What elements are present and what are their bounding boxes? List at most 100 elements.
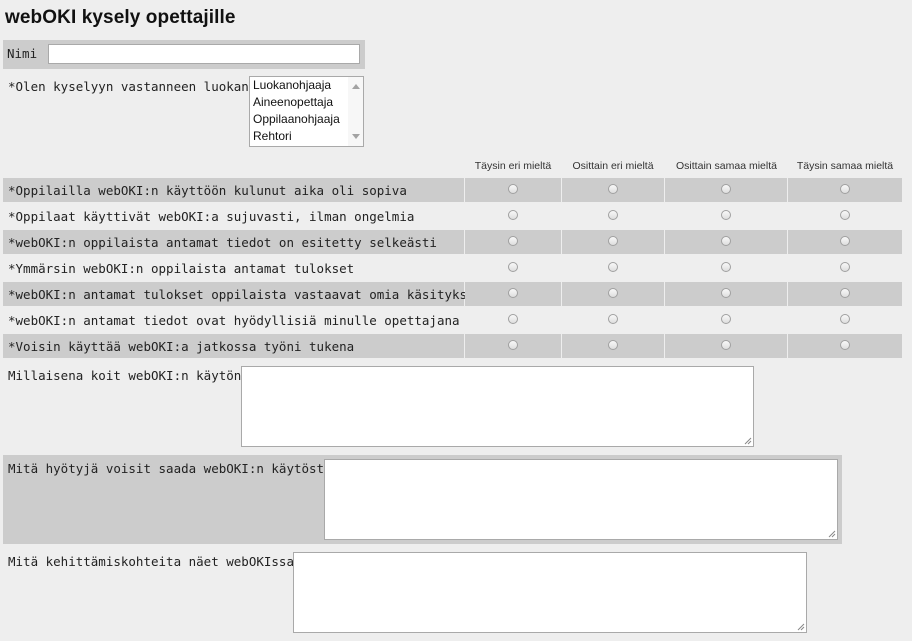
open-question-3-textarea[interactable]: [293, 552, 807, 633]
likert-question-text: *webOKI:n antamat tiedot ovat hyödyllisi…: [8, 313, 460, 328]
likert-radio-2[interactable]: [608, 314, 618, 324]
likert-option-cell: [562, 308, 664, 332]
likert-option-cell: [562, 230, 664, 254]
role-option-rehtori[interactable]: Rehtori: [253, 128, 292, 145]
likert-option-cell: [665, 230, 787, 254]
open-question-2-textarea[interactable]: [324, 459, 838, 540]
resize-grip-icon[interactable]: [828, 530, 836, 538]
likert-radio-4[interactable]: [840, 184, 850, 194]
open-question-2-label: Mitä hyötyjä voisit saada webOKI:n käytö…: [8, 461, 340, 476]
likert-radio-1[interactable]: [508, 340, 518, 350]
likert-radio-1[interactable]: [508, 288, 518, 298]
likert-option-cell: [788, 308, 902, 332]
column-header-taysin-samaa: Täysin samaa mieltä: [796, 160, 894, 172]
likert-option-cell: [665, 256, 787, 280]
likert-option-cell: [562, 334, 664, 358]
likert-radio-3[interactable]: [721, 288, 731, 298]
likert-question-text: *webOKI:n antamat tulokset oppilaista va…: [8, 287, 498, 302]
likert-radio-2[interactable]: [608, 184, 618, 194]
likert-radio-4[interactable]: [840, 262, 850, 272]
likert-option-cell: [788, 230, 902, 254]
likert-option-cell: [665, 308, 787, 332]
likert-option-cell: [788, 256, 902, 280]
likert-radio-4[interactable]: [840, 210, 850, 220]
likert-row: *webOKI:n oppilaista antamat tiedot on e…: [3, 230, 902, 254]
likert-radio-1[interactable]: [508, 210, 518, 220]
resize-grip-icon[interactable]: [744, 437, 752, 445]
likert-option-cell: [788, 178, 902, 202]
likert-question-text: *Voisin käyttää webOKI:a jatkossa työni …: [8, 339, 355, 354]
likert-question-text: *webOKI:n oppilaista antamat tiedot on e…: [8, 235, 437, 250]
likert-radio-4[interactable]: [840, 288, 850, 298]
column-header-osittain-samaa: Osittain samaa mieltä: [676, 160, 777, 172]
likert-option-cell: [665, 178, 787, 202]
likert-radio-4[interactable]: [840, 236, 850, 246]
likert-radio-2[interactable]: [608, 236, 618, 246]
likert-radio-2[interactable]: [608, 340, 618, 350]
likert-row: *Oppilaat käyttivät webOKI:a sujuvasti, …: [3, 204, 902, 228]
likert-option-cell: [562, 178, 664, 202]
likert-row: *Ymmärsin webOKI:n oppilaista antamat tu…: [3, 256, 902, 280]
column-header-taysin-eri: Täysin eri mieltä: [474, 160, 552, 172]
likert-option-cell: [562, 204, 664, 228]
open-question-3-block: Mitä kehittämiskohteita näet webOKIssa?: [3, 548, 813, 637]
likert-option-cell: [788, 282, 902, 306]
likert-option-cell: [465, 178, 561, 202]
likert-option-cell: [665, 204, 787, 228]
likert-radio-1[interactable]: [508, 184, 518, 194]
likert-option-cell: [465, 204, 561, 228]
likert-radio-2[interactable]: [608, 288, 618, 298]
scroll-down-arrow-icon[interactable]: [352, 134, 360, 139]
likert-question-cell: *webOKI:n oppilaista antamat tiedot on e…: [3, 230, 464, 254]
likert-question-text: *Oppilaat käyttivät webOKI:a sujuvasti, …: [8, 209, 415, 224]
open-question-1-textarea[interactable]: [241, 366, 754, 447]
likert-option-cell: [665, 282, 787, 306]
likert-radio-3[interactable]: [721, 314, 731, 324]
likert-radio-2[interactable]: [608, 210, 618, 220]
resize-grip-icon[interactable]: [797, 623, 805, 631]
role-option-aineenopettaja[interactable]: Aineenopettaja: [253, 94, 333, 111]
likert-radio-1[interactable]: [508, 262, 518, 272]
likert-row: *Voisin käyttää webOKI:a jatkossa työni …: [3, 334, 902, 358]
likert-radio-3[interactable]: [721, 340, 731, 350]
likert-option-cell: [465, 282, 561, 306]
role-option-luokanohjaaja[interactable]: Luokanohjaaja: [253, 77, 331, 94]
likert-radio-3[interactable]: [721, 262, 731, 272]
likert-option-cell: [788, 334, 902, 358]
likert-option-cell: [465, 308, 561, 332]
scroll-up-arrow-icon[interactable]: [352, 84, 360, 89]
likert-row: *Oppilailla webOKI:n käyttöön kulunut ai…: [3, 178, 902, 202]
likert-radio-3[interactable]: [721, 184, 731, 194]
likert-radio-1[interactable]: [508, 314, 518, 324]
likert-radio-4[interactable]: [840, 340, 850, 350]
open-question-3-label: Mitä kehittämiskohteita näet webOKIssa?: [8, 554, 302, 569]
likert-option-cell: [465, 256, 561, 280]
likert-question-text: *Oppilailla webOKI:n käyttöön kulunut ai…: [8, 183, 407, 198]
name-input[interactable]: [48, 44, 360, 64]
likert-question-text: *Ymmärsin webOKI:n oppilaista antamat tu…: [8, 261, 355, 276]
role-label: *Olen kyselyyn vastanneen luokan: [8, 79, 249, 94]
likert-radio-3[interactable]: [721, 210, 731, 220]
likert-row: *webOKI:n antamat tiedot ovat hyödyllisi…: [3, 308, 902, 332]
role-option-oppilaanohjaaja[interactable]: Oppilaanohjaaja: [253, 111, 340, 128]
likert-question-cell: *Oppilailla webOKI:n käyttöön kulunut ai…: [3, 178, 464, 202]
open-question-1-label: Millaisena koit webOKI:n käytön?: [8, 368, 249, 383]
likert-radio-3[interactable]: [721, 236, 731, 246]
likert-option-cell: [465, 230, 561, 254]
likert-question-cell: *Oppilaat käyttivät webOKI:a sujuvasti, …: [3, 204, 464, 228]
likert-option-cell: [562, 282, 664, 306]
open-question-1-block: Millaisena koit webOKI:n käytön?: [3, 362, 763, 451]
name-row: Nimi: [3, 40, 365, 69]
likert-radio-2[interactable]: [608, 262, 618, 272]
likert-option-cell: [562, 256, 664, 280]
likert-question-cell: *webOKI:n antamat tulokset oppilaista va…: [3, 282, 497, 306]
likert-radio-4[interactable]: [840, 314, 850, 324]
likert-option-cell: [665, 334, 787, 358]
role-listbox[interactable]: Luokanohjaaja Aineenopettaja Oppilaanohj…: [249, 76, 364, 147]
likert-question-cell: *Voisin käyttää webOKI:a jatkossa työni …: [3, 334, 464, 358]
likert-radio-1[interactable]: [508, 236, 518, 246]
likert-row: *webOKI:n antamat tulokset oppilaista va…: [3, 282, 902, 306]
likert-option-cell: [788, 204, 902, 228]
listbox-scrollbar[interactable]: [348, 77, 363, 146]
column-header-osittain-eri: Osittain eri mieltä: [572, 160, 654, 172]
